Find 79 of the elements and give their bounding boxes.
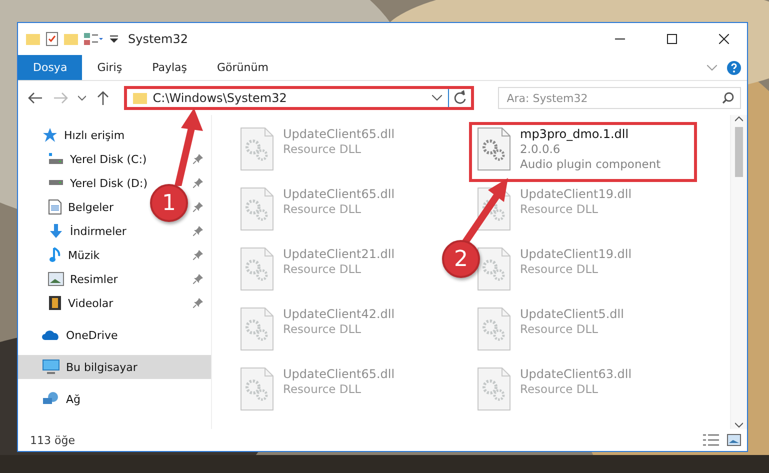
sidebar-item[interactable]: Hızlı erişim (64, 128, 125, 142)
pin-icon[interactable] (193, 178, 203, 188)
search-field[interactable]: Ara: System32 (498, 87, 742, 109)
gear-file-icon (476, 367, 512, 411)
gear-file-icon (239, 367, 275, 411)
properties-icon[interactable] (46, 32, 58, 46)
film-icon (48, 295, 62, 311)
address-path: C:\Windows\System32 (152, 91, 288, 105)
drive-icon (48, 180, 64, 186)
image-icon (48, 272, 64, 286)
gear-file-icon (239, 127, 275, 171)
address-bar[interactable]: C:\Windows\System32 (124, 86, 474, 110)
file-detail: Resource DLL (520, 202, 600, 217)
music-note-icon (48, 247, 62, 263)
network-icon (42, 391, 60, 407)
sidebar-item[interactable]: Belgeler (68, 200, 114, 214)
scroll-down-icon[interactable] (735, 421, 743, 429)
sidebar-item[interactable]: Ağ (66, 392, 81, 406)
pin-icon[interactable] (193, 154, 203, 164)
ribbon-tab[interactable]: Görünüm (202, 55, 284, 80)
item-count: 113 öğe (30, 434, 76, 446)
ribbon-tab[interactable]: Giriş (82, 55, 138, 80)
file-detail: Audio plugin component (520, 157, 661, 172)
pin-icon[interactable] (193, 274, 203, 284)
gear-file-icon (239, 307, 275, 351)
help-icon[interactable] (727, 60, 741, 74)
file-name[interactable]: mp3pro_dmo.1.dll (520, 127, 661, 142)
pin-icon[interactable] (193, 250, 203, 260)
star-icon (42, 127, 58, 143)
scrollbar[interactable] (730, 115, 747, 429)
sidebar-item[interactable]: OneDrive (66, 328, 118, 342)
file-detail: Resource DLL (283, 142, 362, 157)
close-icon (719, 34, 729, 44)
sidebar-item[interactable]: Yerel Disk (C:) (70, 152, 147, 166)
details-view-icon[interactable] (703, 434, 719, 446)
file-detail: Resource DLL (283, 322, 362, 337)
gear-file-icon (476, 307, 512, 351)
scrollbar-thumb[interactable] (735, 127, 743, 177)
file-detail: Resource DLL (283, 262, 362, 277)
chevron-down-icon[interactable] (432, 95, 442, 101)
gear-file-icon (476, 127, 512, 171)
maximize-icon (667, 34, 677, 44)
sidebar-item[interactable]: Resimler (70, 272, 118, 286)
file-detail: Resource DLL (520, 382, 600, 397)
monitor-icon (42, 359, 60, 375)
cloud-icon (42, 329, 60, 341)
pin-icon[interactable] (193, 298, 203, 308)
sidebar-item[interactable]: Yerel Disk (D:) (70, 176, 148, 190)
sidebar-item[interactable]: İndirmeler (70, 224, 126, 238)
document-icon (48, 199, 62, 215)
sidebar-item[interactable]: Videolar (68, 296, 114, 310)
down-arrow-icon (48, 223, 64, 239)
dropdown-icon[interactable] (110, 35, 118, 43)
ribbon-tab[interactable]: Paylaş (137, 55, 202, 80)
file-detail: Resource DLL (520, 322, 600, 337)
window-title: System32 (128, 32, 190, 46)
back-arrow-icon (28, 92, 42, 104)
drive-icon (48, 152, 64, 166)
view-options-icon[interactable] (84, 33, 104, 45)
up-arrow-icon (96, 91, 109, 105)
gear-file-icon (239, 247, 275, 291)
chevron-down-icon (78, 95, 86, 101)
file-detail: Resource DLL (283, 382, 362, 397)
pin-icon[interactable] (193, 202, 203, 212)
folder-icon (132, 92, 147, 104)
file-detail: 2.0.0.6 (520, 142, 562, 157)
gear-file-icon (476, 247, 512, 291)
scroll-up-icon[interactable] (735, 115, 743, 123)
pin-icon[interactable] (193, 226, 203, 236)
file-menu-tab[interactable]: Dosya (18, 55, 82, 80)
thumbnail-view-icon[interactable] (727, 434, 741, 446)
search-icon (722, 92, 734, 104)
sidebar-item[interactable]: Müzik (68, 248, 100, 262)
file-detail: Resource DLL (283, 202, 362, 217)
folder-icon (26, 33, 40, 45)
forward-arrow-icon (54, 92, 68, 104)
minimize-icon (615, 38, 625, 40)
file-detail: Resource DLL (520, 262, 600, 277)
gear-file-icon (239, 187, 275, 231)
